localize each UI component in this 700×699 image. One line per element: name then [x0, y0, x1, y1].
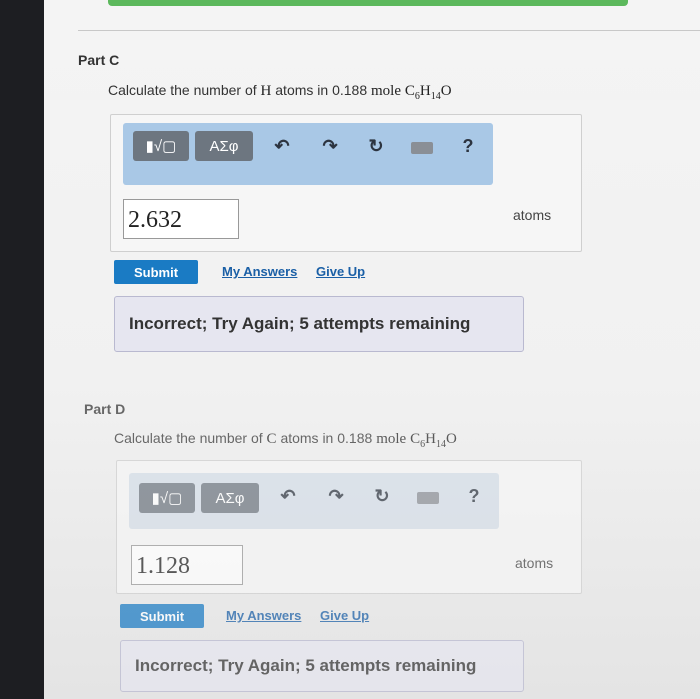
template-button[interactable]: ▮√▢ — [133, 131, 189, 161]
part-d-question: Calculate the number of C atoms in 0.188… — [114, 430, 457, 450]
undo-icon[interactable]: ↶ — [269, 133, 295, 159]
screen: Part C Calculate the number of H atoms i… — [44, 0, 700, 699]
amount-value: 0.188 — [332, 82, 368, 98]
part-d-my-answers-link[interactable]: My Answers — [226, 608, 301, 623]
template-button[interactable]: ▮√▢ — [139, 483, 195, 513]
part-c-feedback: Incorrect; Try Again; 5 attempts remaini… — [114, 296, 524, 352]
question-text: Calculate the number of — [108, 82, 257, 98]
part-d-title: Part D — [84, 401, 126, 417]
part-d-answer-box: ▮√▢ ΑΣφ ↶ ↷ ↻ ? 1.128 atoms — [116, 460, 582, 594]
part-c-title: Part C — [78, 52, 120, 68]
question-text: atoms in — [280, 430, 334, 446]
element-symbol: C — [266, 431, 277, 447]
previous-section-bar — [108, 0, 628, 6]
part-c-answer-input[interactable]: 2.632 — [123, 199, 239, 239]
part-c-units: atoms — [513, 207, 552, 223]
keyboard-icon[interactable] — [409, 133, 435, 159]
element-symbol: H — [260, 83, 272, 99]
section-divider — [78, 30, 700, 31]
part-d-units: atoms — [515, 555, 554, 571]
chemical-formula: C6H14O — [404, 83, 452, 102]
unit-mole: mole — [376, 431, 407, 447]
redo-icon[interactable]: ↷ — [317, 133, 343, 159]
help-icon[interactable]: ? — [461, 483, 487, 509]
part-c-submit-button[interactable]: Submit — [114, 260, 198, 284]
question-text: atoms in — [275, 82, 329, 98]
amount-value: 0.188 — [337, 430, 373, 446]
reset-icon[interactable]: ↻ — [363, 133, 389, 159]
redo-icon[interactable]: ↷ — [323, 483, 349, 509]
part-d-toolbar: ▮√▢ ΑΣφ ↶ ↷ ↻ ? — [129, 473, 499, 529]
part-c-answer-box: ▮√▢ ΑΣφ ↶ ↷ ↻ ? 2.632 atoms — [110, 114, 582, 252]
unit-mole: mole — [371, 83, 402, 99]
part-d-submit-button[interactable]: Submit — [120, 604, 204, 628]
help-icon[interactable]: ? — [455, 133, 481, 159]
part-d-feedback: Incorrect; Try Again; 5 attempts remaini… — [120, 640, 524, 692]
part-d-give-up-link[interactable]: Give Up — [320, 608, 369, 623]
symbols-button[interactable]: ΑΣφ — [195, 131, 253, 161]
keyboard-icon[interactable] — [415, 483, 441, 509]
chemical-formula: C6H14O — [410, 431, 457, 450]
reset-icon[interactable]: ↻ — [369, 483, 395, 509]
part-d-answer-input[interactable]: 1.128 — [131, 545, 243, 585]
part-c-my-answers-link[interactable]: My Answers — [222, 264, 297, 279]
part-c-question: Calculate the number of H atoms in 0.188… — [108, 82, 452, 102]
symbols-button[interactable]: ΑΣφ — [201, 483, 259, 513]
part-c-give-up-link[interactable]: Give Up — [316, 264, 365, 279]
part-c-toolbar: ▮√▢ ΑΣφ ↶ ↷ ↻ ? — [123, 123, 493, 185]
undo-icon[interactable]: ↶ — [275, 483, 301, 509]
question-text: Calculate the number of — [114, 430, 263, 446]
